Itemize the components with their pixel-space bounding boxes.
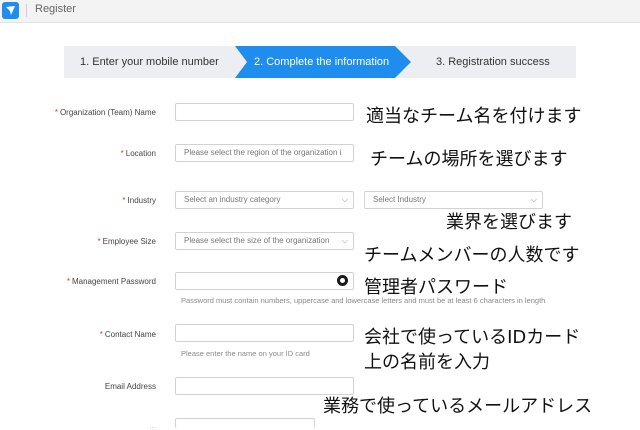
title-separator (26, 4, 27, 17)
email-label: Email Address (104, 382, 156, 391)
note-location: チームの場所を選びます (370, 149, 568, 170)
note-org-name: 適当なチーム名を付けます (366, 106, 582, 127)
note-password: 管理者パスワード (364, 277, 508, 298)
note-contact-line2: 上の名前を入力 (364, 352, 490, 373)
password-label: * Management Password (66, 277, 156, 286)
note-industry: 業界を選びます (446, 212, 572, 233)
industry-category-select[interactable]: Select an industry category ⌵ (175, 191, 354, 209)
location-label: * Location (120, 149, 156, 158)
industry-select[interactable]: Select Industry ⌵ (364, 191, 543, 209)
step-2-active: 2. Complete the information (235, 46, 411, 78)
org-name-input[interactable] (175, 103, 354, 121)
step-2-label: 2. Complete the information (254, 56, 390, 68)
chevron-down-icon: ⌵ (341, 236, 348, 245)
page-title: Register (35, 3, 76, 15)
progress-steps: 1. Enter your mobile number 2. Complete … (64, 46, 576, 78)
note-employee-size: チームメンバーの人数です (364, 245, 580, 266)
chevron-down-icon: ⌵ (341, 195, 348, 204)
contact-name-hint: Please enter the name on your ID card (181, 349, 310, 358)
app-logo-icon (2, 2, 19, 19)
employee-size-label: * Employee Size (97, 237, 156, 246)
contact-name-input[interactable] (175, 324, 354, 342)
industry-label: * Industry (122, 196, 156, 205)
partial-row-input[interactable]: ... (175, 418, 315, 428)
password-input[interactable] (175, 272, 354, 290)
contact-name-label: * Contact Name (99, 330, 156, 339)
note-contact-line1: 会社で使っているIDカード (364, 327, 581, 348)
eye-icon[interactable] (337, 275, 348, 286)
title-bar: Register (0, 0, 640, 23)
step-3: 3. Registration success (436, 56, 550, 68)
note-email: 業務で使っているメールアドレス (323, 396, 593, 417)
employee-size-select[interactable]: Please select the size of the organizati… (175, 232, 354, 250)
step-1: 1. Enter your mobile number (80, 56, 219, 68)
chevron-down-icon: ⌵ (530, 195, 537, 204)
org-name-label: * Organization (Team) Name (54, 108, 156, 117)
location-input[interactable]: Please select the region of the organiza… (175, 144, 354, 162)
